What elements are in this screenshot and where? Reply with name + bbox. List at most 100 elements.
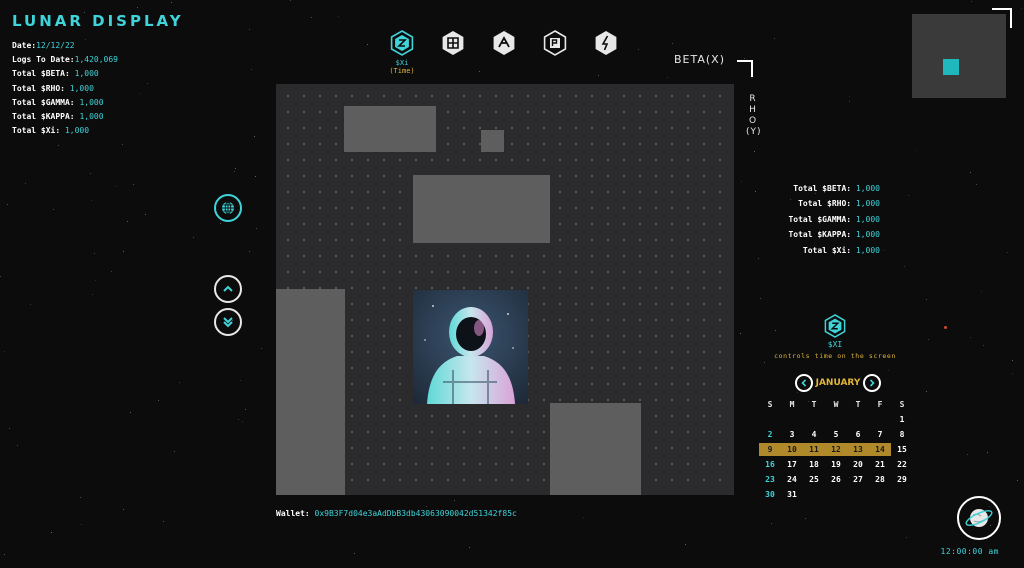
star [1007,252,1009,254]
star [130,412,131,414]
token-kappa[interactable] [439,30,467,75]
stat-total-xi: Total $Xi: 1,000 [802,245,880,255]
star [147,83,148,85]
next-month-button[interactable] [863,374,881,392]
grid-block[interactable] [550,403,641,495]
token-gamma[interactable] [490,30,518,75]
calendar-day[interactable]: 10 [781,445,803,454]
calendar-day[interactable]: 20 [847,460,869,469]
calendar-day[interactable]: 18 [803,460,825,469]
calendar-day[interactable]: 23 [759,475,781,484]
calendar-day[interactable]: 31 [781,490,803,499]
calendar-day[interactable]: 19 [825,460,847,469]
stat-total-beta: Total $BETA: 1,000 [12,69,99,79]
globe-icon [222,201,234,215]
star [24,183,26,185]
grid-block[interactable] [481,130,504,152]
star [162,520,164,522]
star [121,143,123,145]
star [1016,480,1018,482]
star [3,553,5,555]
astronaut-image[interactable] [413,290,528,404]
lunar-grid-canvas[interactable] [276,84,734,495]
calendar-day[interactable]: 4 [803,430,825,439]
star [173,450,175,452]
calendar-day[interactable]: 30 [759,490,781,499]
star [907,195,909,196]
token-rho[interactable] [541,30,569,75]
calendar-weekday: T [855,400,861,409]
stat-total-gamma: Total $GAMMA: 1,000 [12,97,104,107]
star [925,391,927,392]
star [249,28,251,30]
calendar-day[interactable]: 6 [847,430,869,439]
star [179,381,181,383]
calendar-day[interactable]: 1 [891,415,913,424]
star [887,370,889,372]
star [1012,372,1014,374]
minimap-corner-bracket [992,8,1012,28]
calendar-day[interactable]: 29 [891,475,913,484]
calendar-day[interactable]: 9 [759,445,781,454]
prev-month-button[interactable] [795,374,813,392]
x-axis-label: BETA(X) [674,53,726,66]
scroll-down-button[interactable] [214,308,242,336]
token-xi[interactable]: $Xi (Time) [388,30,416,75]
star [126,220,128,222]
calendar-day[interactable]: 2 [759,430,781,439]
calendar-day[interactable]: 12 [825,445,847,454]
calendar-day[interactable]: 16 [759,460,781,469]
star [970,171,972,173]
calendar-day[interactable]: 13 [847,445,869,454]
token-beta[interactable] [592,30,620,75]
star [763,362,765,364]
star [81,524,83,526]
star [966,454,968,456]
calendar-day[interactable]: 21 [869,460,891,469]
grid-block[interactable] [276,289,345,495]
star [739,333,741,334]
calendar-day[interactable]: 14 [869,445,891,454]
calendar-day[interactable]: 17 [781,460,803,469]
calendar-day[interactable]: 5 [825,430,847,439]
star [354,553,356,555]
star [685,543,687,545]
star [7,203,9,205]
star [337,15,339,17]
star [17,445,19,446]
calendar-day[interactable]: 3 [781,430,803,439]
calendar-weekday: F [877,400,883,409]
calendar-week: 1 [759,412,913,427]
star [240,380,242,382]
astronaut-picture [413,290,528,404]
calendar-day[interactable]: 11 [803,445,825,454]
calendar-day[interactable]: 26 [825,475,847,484]
scroll-up-button[interactable] [214,275,242,303]
calendar-day[interactable]: 25 [803,475,825,484]
calendar-week: 2345678 [759,427,913,442]
calendar-day[interactable]: 15 [891,445,913,454]
calendar-weekday-row: SMTWTFS [759,397,913,412]
stat-total-rho: Total $RHO: 1,000 [798,199,880,209]
globe-button[interactable] [214,194,242,222]
star [237,418,239,420]
star [637,48,639,50]
planet-button[interactable] [957,496,1001,540]
star [80,497,82,499]
calendar-week: 30 31 [759,487,913,502]
star [58,145,59,147]
grid-block[interactable] [344,106,436,152]
star [249,250,251,252]
calendar-day[interactable]: 8 [891,430,913,439]
star [980,291,982,293]
grid-block[interactable] [413,175,550,243]
stat-date: Date:12/12/22 [12,41,75,50]
calendar-day[interactable]: 28 [869,475,891,484]
calendar-week: 16 17 18 19 20 21 22 [759,457,913,472]
wallet-value[interactable]: 0x9B3F7d04e3aAdDbB3db43063090042d51342f8… [315,509,517,518]
calendar-day[interactable]: 22 [891,460,913,469]
calendar-day[interactable]: 27 [847,475,869,484]
calendar-day[interactable]: 7 [869,430,891,439]
calendar-day[interactable]: 24 [781,475,803,484]
star [253,136,255,138]
